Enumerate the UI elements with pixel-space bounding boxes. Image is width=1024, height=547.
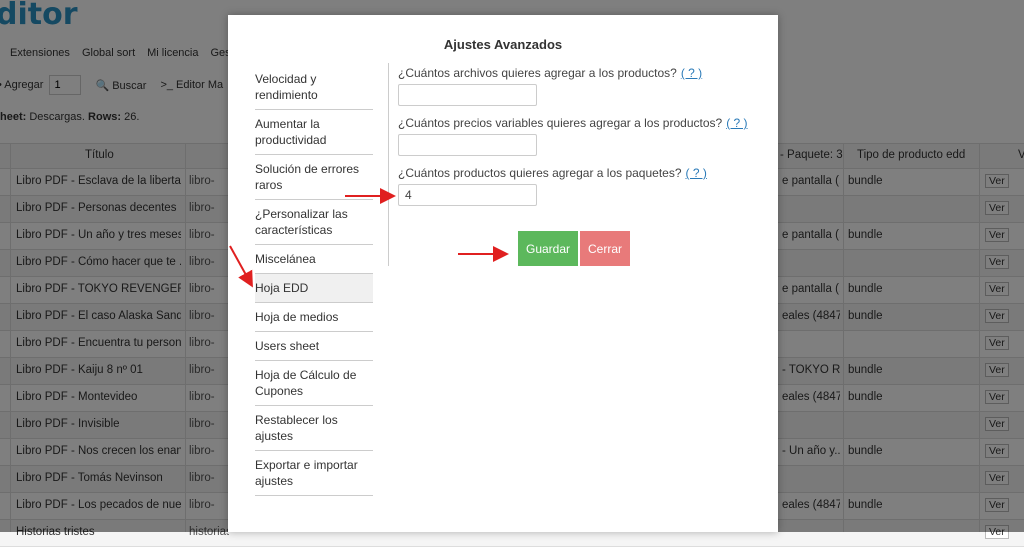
annotation-arrows <box>229 188 509 288</box>
arrow-to-hoja-edd <box>229 245 253 288</box>
